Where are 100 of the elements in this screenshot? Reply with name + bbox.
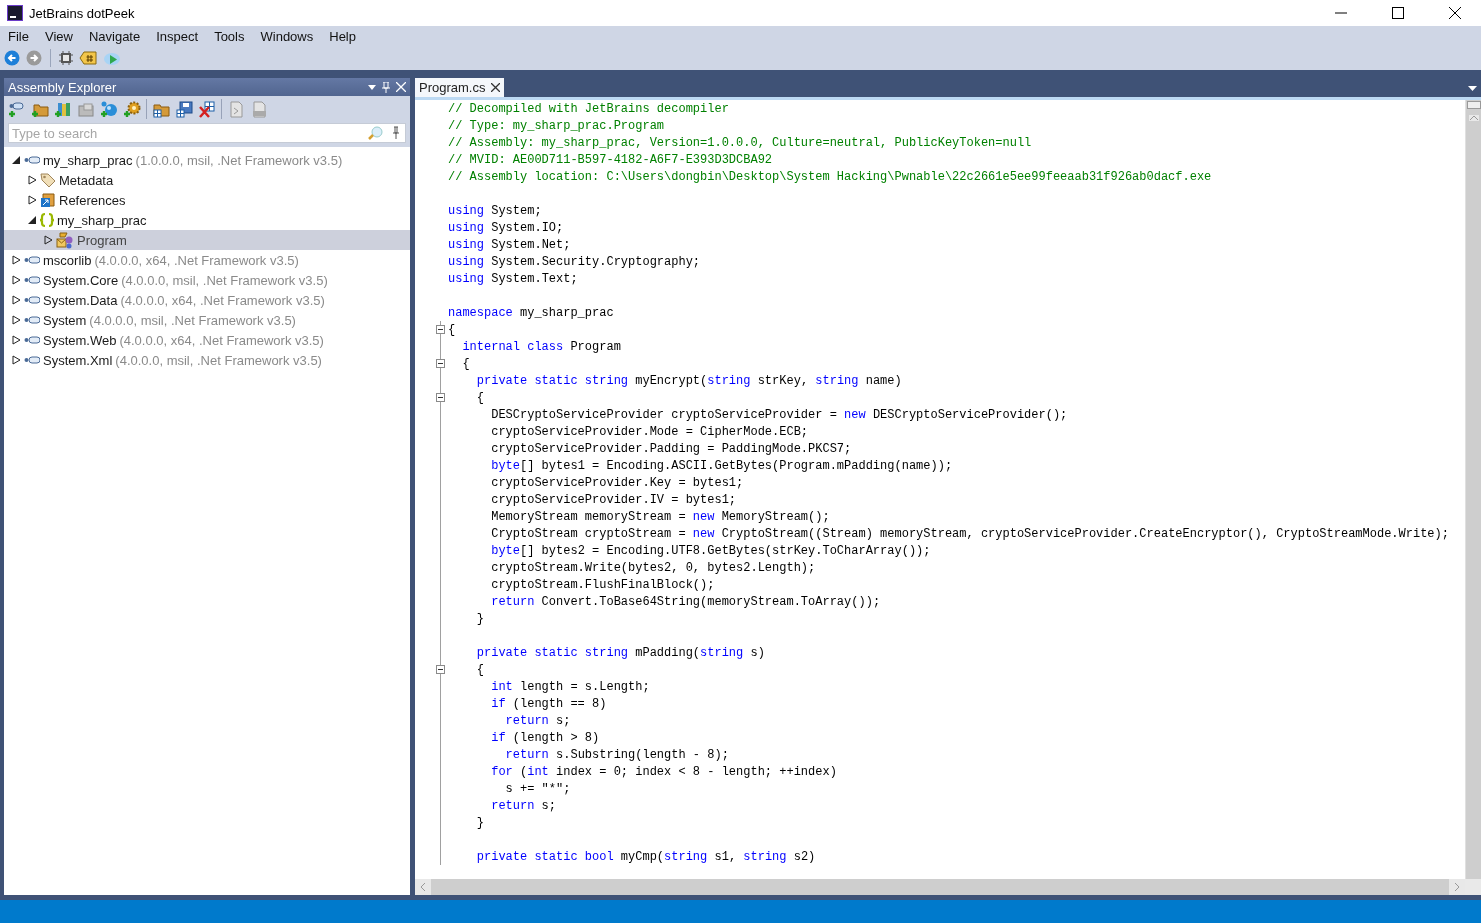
back-icon[interactable] bbox=[4, 50, 20, 66]
expander-icon[interactable] bbox=[12, 355, 21, 365]
code-line: } bbox=[475, 815, 484, 830]
expander-icon[interactable] bbox=[12, 295, 21, 305]
tree-item[interactable]: mscorlib (4.0.0.0, x64, .Net Framework v3.5) bbox=[4, 250, 410, 270]
code-line: { bbox=[475, 662, 484, 677]
tree-item[interactable]: my_sharp_prac bbox=[4, 210, 410, 230]
code-line: using System.Security.Cryptography; bbox=[448, 254, 701, 269]
code-line: return s; bbox=[490, 798, 557, 813]
collapse-icon[interactable] bbox=[436, 665, 445, 674]
code-line: return s.Substring(length - 8); bbox=[504, 747, 729, 762]
item-detail: (1.0.0.0, msil, .Net Framework v3.5) bbox=[135, 152, 343, 168]
menu-item[interactable]: Navigate bbox=[82, 28, 147, 44]
code-line: // Type: my_sharp_prac.Program bbox=[448, 118, 665, 133]
code-line: MemoryStream memoryStream = new MemoryStream(); bbox=[490, 509, 830, 524]
tree-item[interactable]: System.Web (4.0.0.0, x64, .Net Framework v3.5) bbox=[4, 330, 410, 350]
dropdown-icon[interactable] bbox=[368, 84, 376, 90]
code-line: internal class Program bbox=[461, 339, 621, 354]
code-line: // MVID: AE00D711-B597-4182-A6F7-E393D3DCBA92 bbox=[448, 152, 773, 167]
item-label: System.Web bbox=[43, 332, 117, 348]
code-line: } bbox=[475, 611, 484, 626]
tree-item[interactable]: Program bbox=[4, 230, 410, 250]
assembly-icon bbox=[24, 354, 40, 366]
expander-icon[interactable] bbox=[12, 155, 21, 165]
menu-item[interactable]: Inspect bbox=[150, 28, 205, 44]
code-line: if (length > 8) bbox=[490, 730, 600, 745]
item-label: my_sharp_prac bbox=[43, 152, 133, 168]
code-line: { bbox=[475, 390, 484, 405]
code-line: private static string mPadding(string s) bbox=[475, 645, 765, 660]
expander-icon[interactable] bbox=[12, 255, 21, 265]
assembly-icon bbox=[24, 254, 40, 266]
tree-item[interactable]: System.Xml (4.0.0.0, msil, .Net Framework v3.5) bbox=[4, 350, 410, 370]
tag-icon bbox=[40, 172, 56, 188]
expander-icon[interactable] bbox=[12, 275, 21, 285]
dropdown-icon[interactable] bbox=[1468, 86, 1477, 91]
tree-item[interactable]: Metadata bbox=[4, 170, 410, 190]
folder-link-icon bbox=[40, 192, 56, 208]
assembly-icon bbox=[24, 294, 40, 306]
menu-item[interactable]: Tools bbox=[208, 28, 251, 44]
expander-icon[interactable] bbox=[12, 335, 21, 345]
tag-icon[interactable] bbox=[79, 51, 97, 65]
close-icon[interactable] bbox=[1449, 7, 1461, 19]
app-logo-icon bbox=[7, 5, 23, 21]
code-line: for (int index = 0; index < 8 - length; ++index) bbox=[490, 764, 837, 779]
item-label: System.Core bbox=[43, 272, 119, 288]
braces-icon bbox=[40, 212, 54, 228]
code-line: return Convert.ToBase64String(memoryStream.ToArray()); bbox=[490, 594, 881, 609]
plug-plus-icon[interactable] bbox=[8, 100, 26, 118]
search-field[interactable]: Type to search bbox=[8, 123, 406, 143]
code-line: CryptoStream cryptoStream = new CryptoStream((Stream) memoryStream, cryptoServiceProvider.CreateEncryptor(), CryptoStreamMode.Write); bbox=[490, 526, 1449, 541]
menu-item[interactable]: Help bbox=[323, 28, 362, 44]
vertical-scrollbar[interactable] bbox=[1465, 100, 1481, 879]
tree-item[interactable]: System.Core (4.0.0.0, msil, .Net Framework v3.5) bbox=[4, 270, 410, 290]
code-line: cryptoServiceProvider.Key = bytes1; bbox=[490, 475, 744, 490]
tree-item[interactable]: System (4.0.0.0, msil, .Net Framework v3.5) bbox=[4, 310, 410, 330]
code-line: private static string myEncrypt(string strKey, string name) bbox=[475, 373, 902, 388]
code-line: using System.Net; bbox=[448, 237, 571, 252]
code-line: // Decompiled with JetBrains decompiler bbox=[448, 101, 729, 116]
pin-icon[interactable] bbox=[382, 81, 390, 93]
item-detail: (4.0.0.0, x64, .Net Framework v3.5) bbox=[119, 332, 324, 348]
item-detail: (4.0.0.0, x64, .Net Framework v3.5) bbox=[94, 252, 299, 268]
menu-item[interactable]: File bbox=[2, 28, 35, 44]
forward-icon[interactable] bbox=[26, 50, 42, 66]
assembly-icon bbox=[24, 154, 40, 166]
code-line: { bbox=[461, 356, 470, 371]
code-line: byte[] bytes1 = Encoding.ASCII.GetBytes(Program.mPadding(name)); bbox=[490, 458, 953, 473]
item-label: mscorlib bbox=[43, 252, 92, 268]
item-label: References bbox=[59, 192, 126, 208]
menu-item[interactable]: Windows bbox=[254, 28, 320, 44]
collapse-icon[interactable] bbox=[436, 325, 445, 334]
assembly-icon bbox=[24, 314, 40, 326]
menu-item[interactable]: View bbox=[38, 28, 79, 44]
collapse-icon[interactable] bbox=[436, 359, 445, 368]
editor-tab[interactable]: Program.cs bbox=[415, 78, 505, 97]
code-line: { bbox=[448, 322, 456, 337]
code-line: int length = s.Length; bbox=[490, 679, 650, 694]
expander-icon[interactable] bbox=[12, 315, 21, 325]
tree-item[interactable]: my_sharp_prac (1.0.0.0, msil, .Net Framework v3.5) bbox=[4, 150, 410, 170]
scrollbar-thumb[interactable] bbox=[1466, 101, 1481, 109]
item-label: System bbox=[43, 312, 87, 328]
save-icon[interactable] bbox=[175, 100, 193, 118]
code-line: private static bool myCmp(string s1, string s2) bbox=[475, 849, 816, 864]
code-line: cryptoStream.Write(bytes2, 0, bytes2.Length); bbox=[490, 560, 816, 575]
code-line: // Assembly location: C:\Users\dongbin\Desktop\System Hacking\Pwnable\22c2661e5ee99feeaab31f926ab0dacf.exe bbox=[448, 169, 1212, 184]
maximize-icon[interactable] bbox=[1392, 7, 1404, 19]
close-icon[interactable] bbox=[491, 83, 501, 92]
code-line: using System.IO; bbox=[448, 220, 564, 235]
code-line: byte[] bytes2 = Encoding.UTF8.GetBytes(strKey.ToCharArray()); bbox=[490, 543, 931, 558]
expander-icon[interactable] bbox=[28, 175, 37, 185]
collapse-icon[interactable] bbox=[436, 393, 445, 402]
expander-icon[interactable] bbox=[44, 235, 53, 245]
expander-icon[interactable] bbox=[28, 215, 37, 225]
tree-item[interactable]: System.Data (4.0.0.0, x64, .Net Framework v3.5) bbox=[4, 290, 410, 310]
class-icon bbox=[56, 231, 74, 249]
gear-plus-icon[interactable] bbox=[123, 100, 141, 118]
code-line: cryptoServiceProvider.IV = bytes1; bbox=[490, 492, 737, 507]
delete-icon[interactable] bbox=[198, 100, 216, 118]
chip-icon[interactable] bbox=[59, 51, 73, 65]
expander-icon[interactable] bbox=[28, 195, 37, 205]
tree-item[interactable]: References bbox=[4, 190, 410, 210]
